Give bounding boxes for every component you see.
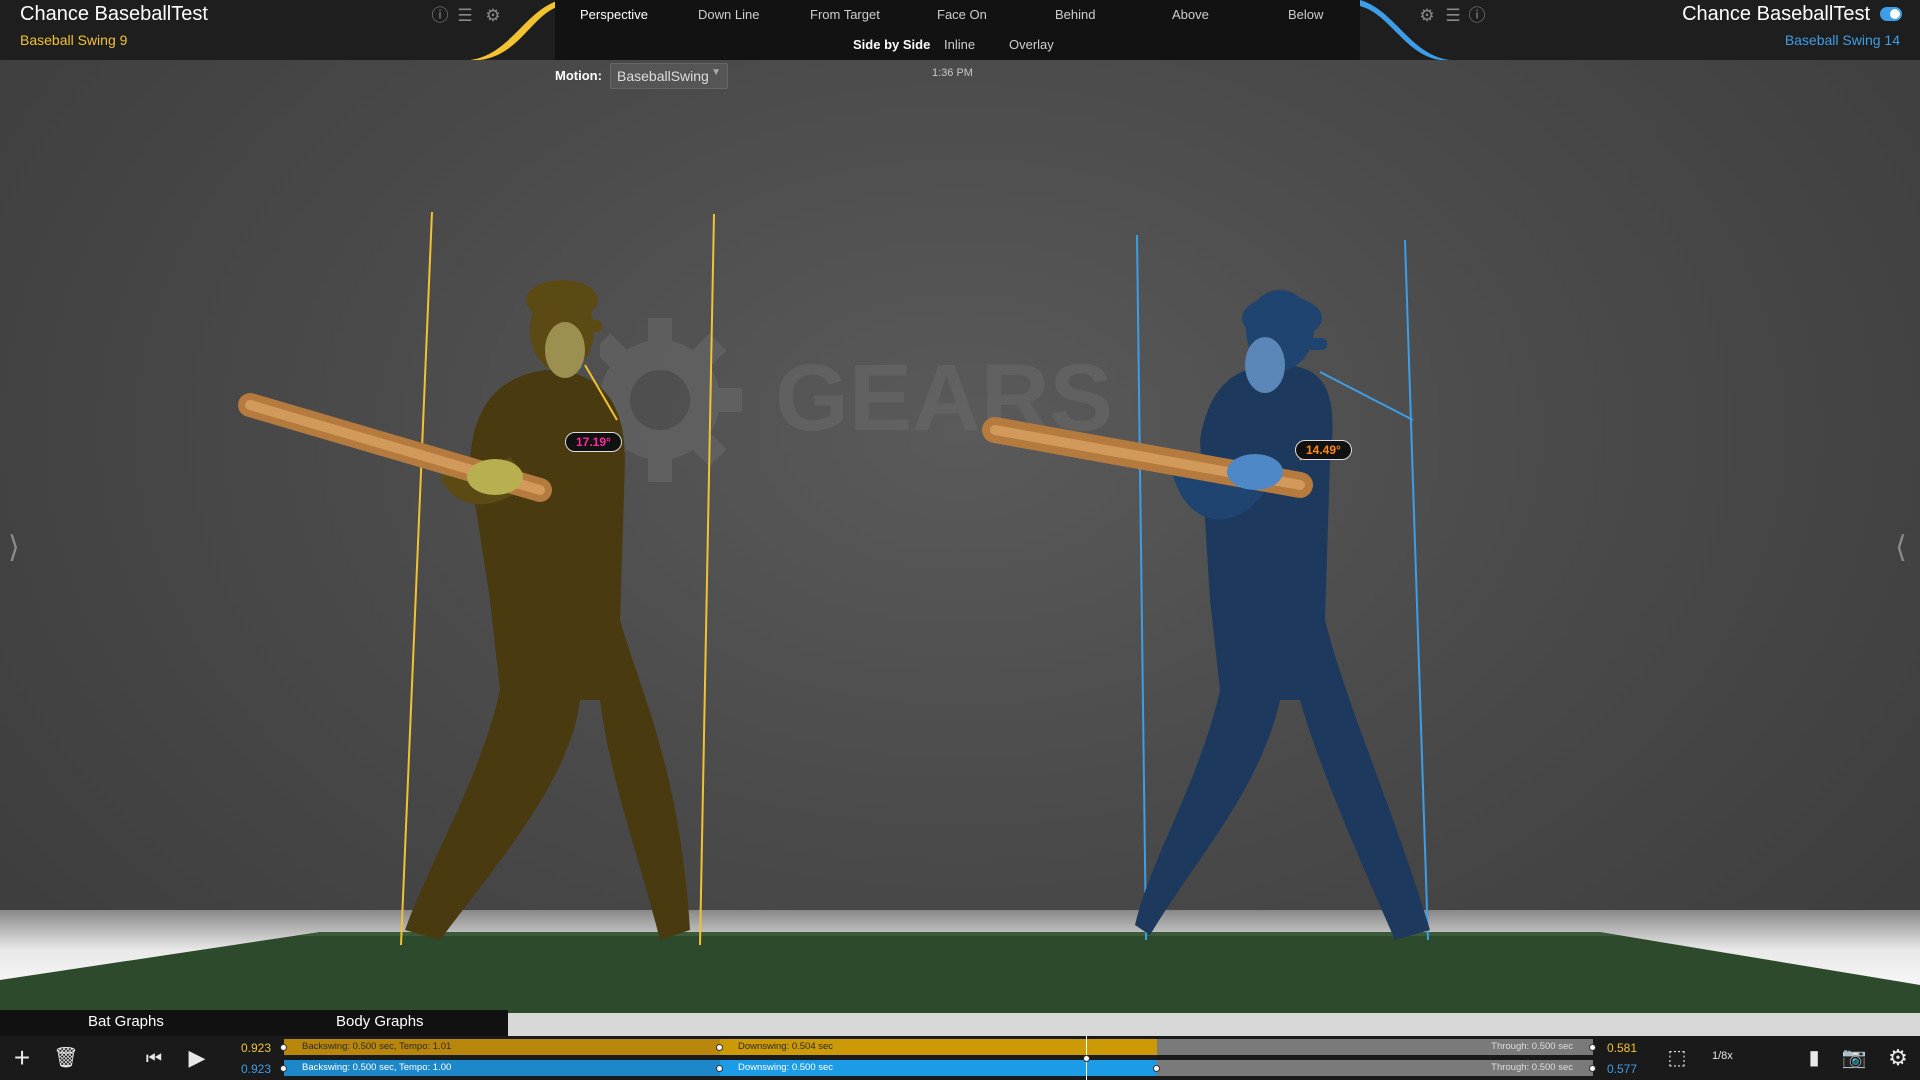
scene-overlay (238, 211, 1430, 946)
right-downswing-segment[interactable]: Downswing: 0.500 sec (720, 1060, 1157, 1076)
left-timeline-start: 0.923 (241, 1041, 272, 1055)
settings-icon[interactable]: ⚙ (1884, 1036, 1912, 1080)
playback-speed[interactable]: 1/8x (1712, 1050, 1733, 1062)
timeline-handle[interactable] (1589, 1044, 1596, 1051)
timeline-handle[interactable] (280, 1044, 287, 1051)
right-player-figure (982, 290, 1430, 940)
gears-viewer: Chance BaseballTest Baseball Swing 9 ⓘ ☰… (0, 0, 1920, 1080)
graph-tabs: Bat Graphs Body Graphs (0, 1010, 508, 1036)
left-timeline-end: 0.581 (1607, 1041, 1638, 1055)
left-backswing-segment[interactable]: Backswing: 0.500 sec, Tempo: 1.01 (284, 1039, 720, 1055)
timeline-handle[interactable] (716, 1044, 723, 1051)
right-through-segment[interactable]: Through: 0.500 sec (1157, 1060, 1593, 1076)
left-angle-badge: 17.19° (565, 432, 622, 452)
timeline-handle[interactable] (1153, 1065, 1160, 1072)
left-player-figure (238, 280, 690, 940)
frame-icon[interactable]: ⬚ (1660, 1036, 1694, 1080)
plus-icon[interactable]: + (8, 1036, 36, 1080)
right-timeline-end: 0.577 (1607, 1062, 1638, 1076)
left-through-segment[interactable]: Through: 0.500 sec (1157, 1039, 1593, 1055)
trash-icon[interactable]: 🗑 (52, 1036, 80, 1080)
tab-bat-graphs[interactable]: Bat Graphs (88, 1013, 164, 1030)
timeline-handle[interactable] (716, 1065, 723, 1072)
camera-icon[interactable]: 📷 (1840, 1036, 1868, 1080)
right-backswing-segment[interactable]: Backswing: 0.500 sec, Tempo: 1.00 (284, 1060, 720, 1076)
tab-body-graphs[interactable]: Body Graphs (336, 1013, 424, 1030)
skip-back-icon[interactable]: ⏮ (140, 1036, 168, 1080)
timeline-handle[interactable] (280, 1065, 287, 1072)
right-angle-badge: 14.49° (1295, 440, 1352, 460)
playback-bar: + 🗑 ⏮ ▶ 0.923 0.923 Backswing: 0.500 sec… (0, 1036, 1920, 1080)
graph-strip (508, 1013, 1920, 1036)
document-icon[interactable]: ▮ (1800, 1036, 1828, 1080)
playhead-handle[interactable] (1083, 1055, 1090, 1062)
left-downswing-segment[interactable]: Downswing: 0.504 sec (720, 1039, 1157, 1055)
timeline-handle[interactable] (1589, 1065, 1596, 1072)
right-timeline-start: 0.923 (241, 1062, 272, 1076)
play-icon[interactable]: ▶ (183, 1036, 211, 1080)
